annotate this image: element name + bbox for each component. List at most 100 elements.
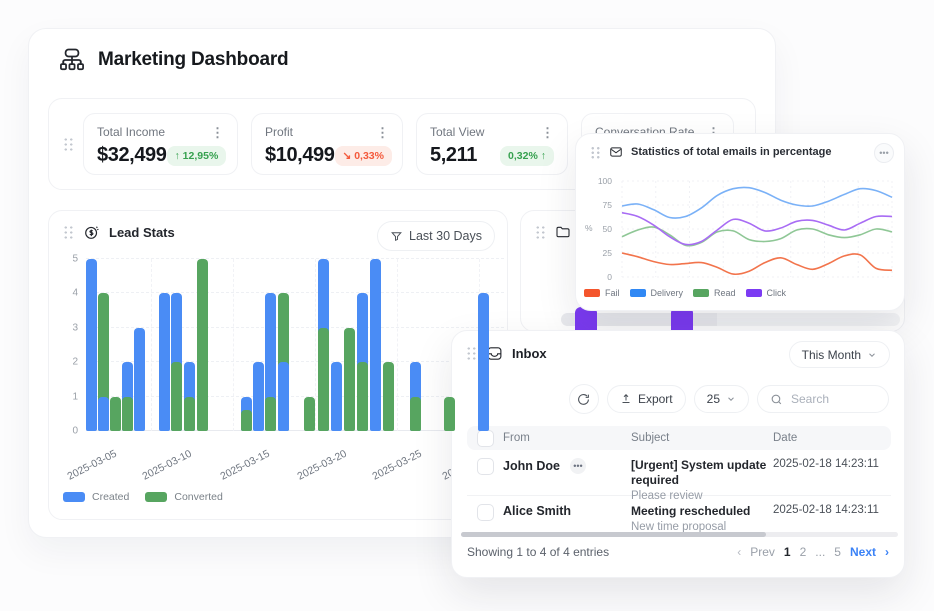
- bar-group: [134, 259, 145, 431]
- legend-label: Read: [714, 288, 736, 298]
- refresh-button[interactable]: [569, 384, 599, 414]
- kebab-menu-icon[interactable]: ⋮: [211, 126, 224, 139]
- bar-group: [265, 259, 276, 431]
- y-tick-label: 50: [603, 224, 612, 234]
- converted-bar: [357, 362, 368, 431]
- x-tick-label: 2025-03-20: [261, 448, 348, 500]
- bar-group: [304, 259, 315, 431]
- bar-group: [122, 259, 133, 431]
- gridline: [86, 361, 504, 362]
- stat-card-total-income: Total Income ⋮ $32,499 ↑ 12,95%: [83, 113, 238, 175]
- bar-group: [344, 259, 355, 431]
- y-tick-label: 5: [72, 254, 78, 265]
- select-all-checkbox[interactable]: [477, 430, 494, 447]
- more-options-icon[interactable]: •••: [570, 458, 586, 474]
- y-tick-label: 25: [603, 248, 612, 258]
- trend-badge: 0,32% ↑: [500, 146, 554, 166]
- sender-name: Alice Smith: [503, 504, 571, 518]
- email-preview: Please review: [631, 490, 773, 502]
- legend-item: Created: [63, 491, 129, 503]
- drag-handle-icon[interactable]: [63, 137, 74, 152]
- horizontal-scrollbar[interactable]: [461, 532, 898, 537]
- scrollbar-thumb[interactable]: [461, 532, 766, 537]
- legend-swatch: [63, 492, 85, 502]
- next-button[interactable]: Next: [850, 545, 876, 559]
- period-dropdown[interactable]: This Month: [789, 341, 890, 368]
- drag-handle-icon[interactable]: [63, 225, 74, 240]
- hidden-scrollbar[interactable]: [561, 313, 900, 326]
- search-input[interactable]: [789, 391, 883, 407]
- funnel-icon: [390, 230, 403, 243]
- legend-label: Delivery: [651, 288, 684, 298]
- converted-bar: [184, 397, 195, 431]
- pagination-pages: 12... 5: [784, 545, 841, 559]
- y-tick-label: 1: [72, 391, 78, 402]
- export-button[interactable]: Export: [607, 385, 686, 413]
- date-filter-button[interactable]: Last 30 Days: [377, 221, 495, 251]
- bar-group: [278, 259, 289, 431]
- stat-value: $32,499: [97, 144, 167, 167]
- page-title: Marketing Dashboard: [98, 49, 288, 71]
- y-tick-label: 2: [72, 357, 78, 368]
- inbox-table: From Subject Date John Doe ••• [Urgent] …: [467, 426, 891, 541]
- bar-group: [171, 259, 182, 431]
- stat-card-total-view: Total View ⋮ 5,211 0,32% ↑: [416, 113, 568, 175]
- row-checkbox[interactable]: [477, 458, 494, 475]
- next-arrow[interactable]: ›: [885, 545, 889, 559]
- drag-handle-icon[interactable]: [466, 346, 477, 361]
- search-icon: [770, 393, 783, 406]
- page-number[interactable]: ...: [815, 545, 825, 559]
- row-checkbox[interactable]: [477, 504, 494, 521]
- legend-item: Delivery: [630, 288, 684, 298]
- prev-arrow[interactable]: ‹: [737, 545, 741, 559]
- gridline: [315, 259, 316, 431]
- gridline: [86, 327, 504, 328]
- kebab-menu-icon[interactable]: ⋮: [541, 126, 554, 139]
- trend-badge: ↘ 0,33%: [335, 146, 393, 166]
- stat-label: Total View: [430, 125, 484, 139]
- page-size-dropdown[interactable]: 25: [694, 385, 749, 413]
- legend-label: Click: [767, 288, 787, 298]
- bar-group: [357, 259, 368, 431]
- pagination: ‹ Prev 12... 5 Next ›: [737, 545, 889, 559]
- period-label: This Month: [802, 348, 861, 362]
- created-bar: [478, 293, 489, 431]
- email-stats-title: Statistics of total emails in percentage: [631, 146, 832, 158]
- lead-legend: CreatedConverted: [63, 491, 223, 503]
- email-y-axis: 1007550250: [576, 134, 616, 312]
- refresh-icon: [577, 393, 590, 406]
- folder-icon: [555, 224, 571, 240]
- page-size-value: 25: [707, 392, 720, 406]
- bar-group: [184, 259, 195, 431]
- prev-button[interactable]: Prev: [750, 545, 775, 559]
- page-number[interactable]: 5: [834, 545, 841, 559]
- gridline: [86, 430, 504, 431]
- y-tick-label: 3: [72, 322, 78, 333]
- bar-group: [370, 259, 381, 431]
- legend-item: Fail: [584, 288, 620, 298]
- created-bar: [159, 293, 170, 431]
- sitemap-icon: [58, 46, 86, 74]
- page-number[interactable]: 1: [784, 545, 791, 559]
- trend-badge: ↑ 12,95%: [167, 146, 227, 166]
- column-date: Date: [773, 432, 891, 444]
- search-input-container[interactable]: [757, 385, 889, 413]
- kebab-menu-icon[interactable]: ⋮: [376, 126, 389, 139]
- page-number[interactable]: 2: [800, 545, 807, 559]
- page: Marketing Dashboard Total Income ⋮ $32,4…: [0, 0, 934, 611]
- y-tick-label: 4: [72, 288, 78, 299]
- bar-group: [410, 259, 421, 431]
- y-tick-label: 0: [72, 426, 78, 437]
- bar-group: [253, 259, 264, 431]
- drag-handle-icon[interactable]: [535, 225, 546, 240]
- more-options-icon[interactable]: •••: [874, 143, 894, 163]
- converted-bar: [410, 397, 421, 431]
- table-row[interactable]: John Doe ••• [Urgent] System update requ…: [467, 450, 891, 496]
- legend-swatch: [630, 289, 646, 297]
- bar-group: [110, 259, 121, 431]
- lead-bar-chart: 012345: [86, 259, 504, 431]
- email-subject: [Urgent] System update required: [631, 458, 773, 488]
- export-label: Export: [638, 392, 673, 406]
- stat-value: 5,211: [430, 144, 477, 167]
- email-line-chart: [622, 181, 892, 277]
